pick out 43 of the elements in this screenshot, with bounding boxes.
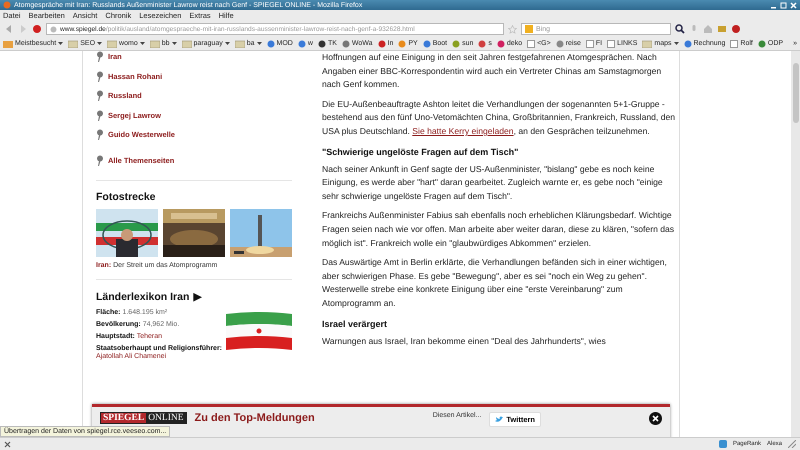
pin-icon	[96, 154, 104, 166]
article-subheading: "Schwierige ungelöste Fragen auf dem Tisch"	[322, 146, 520, 157]
page-icon	[730, 40, 738, 48]
bird-icon	[495, 416, 504, 423]
close-icon[interactable]	[4, 440, 11, 448]
folder-icon	[234, 40, 245, 48]
section-heading[interactable]: Länderlexikon Iran ▶	[96, 290, 292, 303]
browser-icon	[3, 1, 11, 9]
folder-icon	[3, 40, 13, 48]
article-paragraph: Das Auswärtige Amt in Berlin erklärte, die Verhandlungen befänden sich in einer wichtigen, aber schwierigen Phase. Es gebe "Bewegung", aber es sei "noch ein Weg zu gehen". Westerwelle strebe eine konkrete Einigung über eine "erste Vereinbarung" zum Atomprogramm an.	[322, 256, 668, 310]
folder-icon	[68, 40, 78, 48]
headline-link[interactable]: Zu den Top-Meldungen	[194, 412, 425, 424]
folder-icon	[642, 40, 652, 48]
article-paragraph: Frankreichs Außenminister Fabius sah ebenfalls noch erheblichen Klärungsbedarf. Wichtige Fragen seien nach wie vor offen. Man arbeite aber weiter daran, diese zu klären, "sofern das möglich ist". Frankreich wolle ein "glaubwürdiges Abkommen" erzielen.	[322, 209, 676, 250]
article-subheading: Israel verärgert	[322, 318, 388, 328]
pin-icon	[96, 70, 104, 82]
article-paragraph: Warnungen aus Israel, Iran bekomme einen "Deal des Jahrhunderts", wies	[322, 334, 607, 348]
article-paragraph: Die EU-Außenbeauftragte Ashton leitet die Verhandlungen der sogenannten 5+1-Gruppe - bestehend aus den fünf Uno-Vetomächten China, Großbritannien, Frankreich, Russland, den USA plus Deutschland. Sie hatte Kerry eingeladen, an den Gesprächen teilzunehmen.	[322, 98, 676, 138]
star-icon[interactable]	[508, 24, 517, 34]
folder-icon	[182, 40, 192, 48]
close-icon[interactable]	[649, 412, 662, 425]
article-link[interactable]: Sie hatte Kerry eingeladen	[412, 126, 514, 136]
search-engine-icon	[525, 25, 533, 33]
search-icon[interactable]	[675, 24, 685, 34]
article-paragraph: Nach seiner Ankunft in Genf sagte der US-Außenminister, "bislang" gebe es noch keine Einigung, es werde aber "hart" daran gearbeitet. Zugleich warnte er, es gebe noch "einige sehr schwierige ungelöste Fragen auf dem Tisch".	[322, 162, 664, 203]
page-icon	[527, 40, 536, 48]
page-icon	[586, 40, 594, 48]
pin-icon	[96, 51, 104, 62]
stop-icon[interactable]	[32, 24, 42, 34]
resize-grip-icon	[788, 440, 796, 448]
page-icon	[607, 40, 616, 48]
pin-icon	[96, 110, 104, 121]
scrollbar-thumb[interactable]	[792, 63, 798, 123]
logo[interactable]: SPIEGEL ONLINE	[100, 412, 187, 424]
pin-icon	[96, 129, 104, 140]
folder-icon	[150, 40, 160, 48]
folder-icon	[107, 40, 118, 48]
flag-drawing	[226, 312, 292, 352]
maximize-icon[interactable]	[780, 2, 787, 8]
pin-icon	[96, 90, 104, 102]
article-paragraph: Hoffnungen auf eine Einigung in den seit Jahren festgefahrenen Atomgesprächen. Nach Angaben einer BBC-Korrespondentin wird auch ein Vertreter Chinas am Samstagmorgen nach Genf kommen.	[322, 51, 662, 92]
arrow-icon[interactable]: ▶	[193, 290, 202, 303]
section-heading: Fotostrecke	[96, 191, 157, 203]
